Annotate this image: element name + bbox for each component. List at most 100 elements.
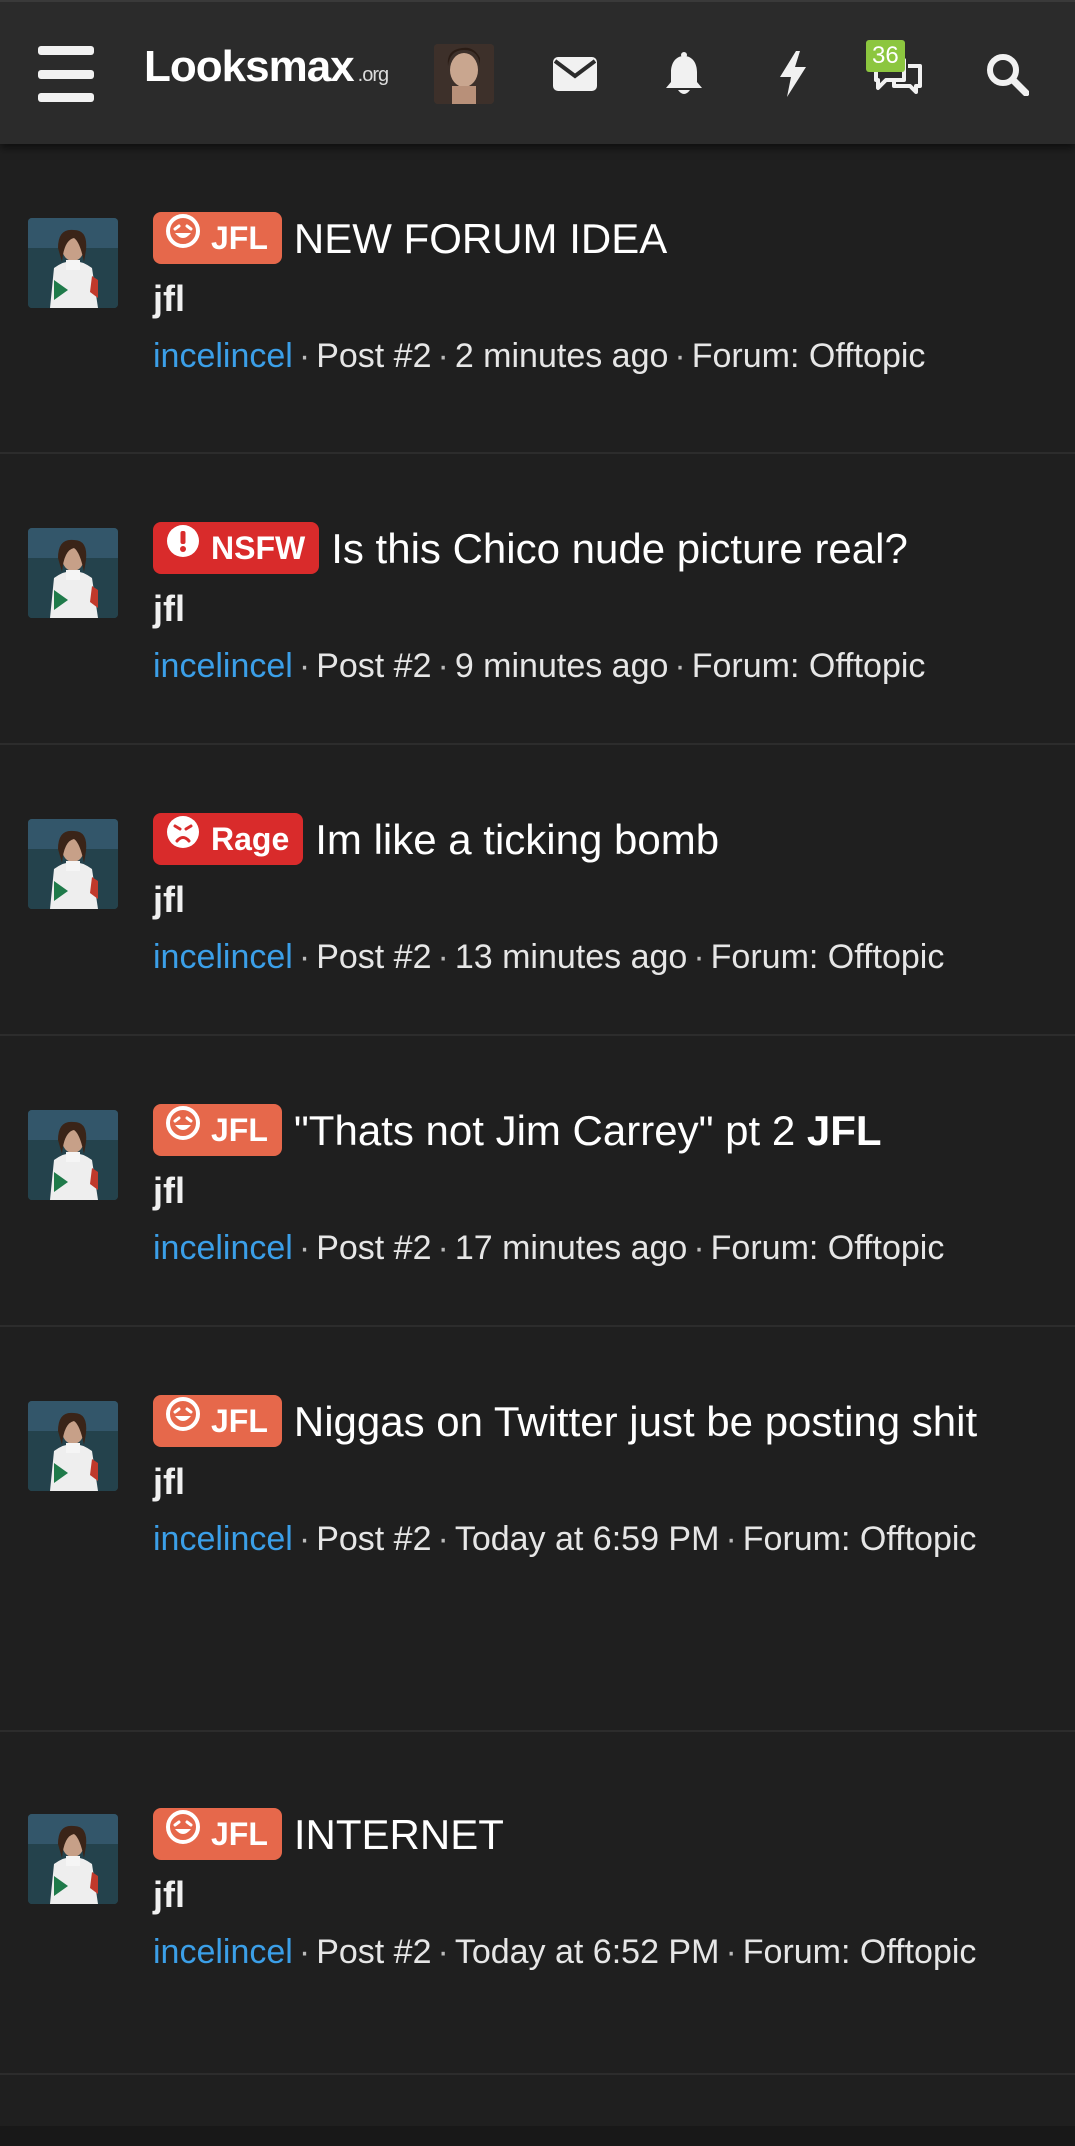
post-time[interactable]: 17 minutes ago [455,1229,688,1267]
search-icon[interactable] [975,42,1039,106]
meta-separator: · [437,647,449,685]
forum-link[interactable]: Forum: Offtopic [692,337,926,375]
envelope-icon[interactable] [543,42,607,106]
forum-link[interactable]: Forum: Offtopic [692,647,926,685]
forum-link[interactable]: Forum: Offtopic [711,938,945,976]
laughing-face-icon [166,1106,200,1140]
thread-title-bold[interactable]: JFL [795,1107,882,1154]
angry-face-icon [167,816,199,848]
prefix-badge-jfl[interactable]: JFL [153,1104,282,1156]
meta-separator: · [298,337,311,375]
forum-link[interactable]: Forum: Offtopic [743,1520,977,1558]
meta-separator: · [674,337,686,375]
meta-separator: · [298,938,311,976]
item-body: JFL Niggas on Twitter just be posting shi… [153,1391,1045,1565]
poster-avatar[interactable] [28,528,118,618]
thread-title-text[interactable]: Is this Chico nude picture real? [331,525,908,572]
item-body: JFL INTERNET jfl incelincel · Post #2 · Today… [153,1804,1045,1978]
thread-title-text[interactable]: Im like a ticking bomb [315,816,719,863]
item-body: NSFW Is this Chico nude picture real? jfl… [153,518,1045,692]
thread-title-text[interactable]: "Thats not Jim Carrey" pt 2 [294,1107,795,1154]
post-snippet: jfl [153,1461,185,1502]
forum-link[interactable]: Forum: Offtopic [743,1933,977,1971]
post-time[interactable]: Today at 6:59 PM [455,1520,720,1558]
prefix-label: Rage [211,821,290,857]
menu-icon[interactable] [36,46,96,102]
poster-avatar[interactable] [28,1401,118,1491]
meta-separator: · [298,1229,311,1267]
prefix-label: NSFW [211,530,306,566]
thread-title-text[interactable]: NEW FORUM IDEA [294,215,667,262]
poster-avatar[interactable] [28,1814,118,1904]
meta-separator: · [437,337,449,375]
post-time[interactable]: Today at 6:52 PM [455,1933,720,1971]
prefix-badge-jfl[interactable]: JFL [153,212,282,264]
post-number[interactable]: Post #2 [316,647,431,685]
username-link[interactable]: incelincel [153,1520,293,1558]
feed-item[interactable]: JFL Niggas on Twitter just be posting shi… [0,1327,1075,1732]
post-meta: incelincel · Post #2 · 17 minutes ago · Forum:… [153,1222,1045,1274]
thread-title[interactable]: JFL NEW FORUM IDEA [153,208,1045,270]
laughing-face-icon [166,1810,200,1844]
laughing-face-icon [166,214,200,248]
prefix-badge-jfl[interactable]: JFL [153,1395,282,1447]
feed-item[interactable]: NSFW Is this Chico nude picture real? jfl… [0,454,1075,745]
thread-title[interactable]: JFL INTERNET [153,1804,1045,1866]
username-link[interactable]: incelincel [153,337,293,375]
post-time[interactable]: 13 minutes ago [455,938,688,976]
bell-icon[interactable] [652,42,716,106]
meta-separator: · [437,1229,449,1267]
username-link[interactable]: incelincel [153,1229,293,1267]
poster-avatar[interactable] [28,218,118,308]
site-logo[interactable]: Looksmax .org [144,42,389,102]
post-snippet: jfl [153,588,185,629]
username-link[interactable]: incelincel [153,647,293,685]
footer-strip [0,2126,1075,2146]
post-number[interactable]: Post #2 [316,337,431,375]
thread-title[interactable]: NSFW Is this Chico nude picture real? [153,518,1045,580]
meta-separator: · [725,1520,737,1558]
thread-title[interactable]: JFL "Thats not Jim Carrey" pt 2 JFL [153,1100,1045,1162]
top-navbar: Looksmax .org 36 [0,0,1075,144]
user-avatar[interactable] [434,44,494,104]
meta-separator: · [437,1933,449,1971]
thread-title-text[interactable]: INTERNET [294,1811,504,1858]
post-meta: incelincel · Post #2 · 2 minutes ago · Forum: … [153,330,1045,382]
thread-title-text[interactable]: Niggas on Twitter just be posting shit [294,1398,977,1445]
meta-separator: · [674,647,686,685]
laughing-face-icon [166,1397,200,1431]
feed-item[interactable]: JFL NEW FORUM IDEA jfl incelincel · Post #2… [0,144,1075,454]
prefix-badge-nsfw[interactable]: NSFW [153,522,320,574]
prefix-badge-jfl[interactable]: JFL [153,1808,282,1860]
feed-item[interactable]: JFL INTERNET jfl incelincel · Post #2 · Today… [0,1732,1075,2075]
bolt-icon[interactable] [761,42,825,106]
prefix-badge-rage[interactable]: Rage [153,813,304,865]
forum-link[interactable]: Forum: Offtopic [711,1229,945,1267]
username-link[interactable]: incelincel [153,1933,293,1971]
meta-separator: · [298,1933,311,1971]
thread-title[interactable]: JFL Niggas on Twitter just be posting shi… [153,1391,1045,1453]
post-snippet: jfl [153,278,185,319]
feed-item[interactable]: Rage Im like a ticking bomb jfl incelince… [0,745,1075,1036]
post-number[interactable]: Post #2 [316,938,431,976]
poster-avatar[interactable] [28,1110,118,1200]
thread-title[interactable]: Rage Im like a ticking bomb [153,809,1045,871]
post-snippet: jfl [153,1170,185,1211]
post-number[interactable]: Post #2 [316,1229,431,1267]
item-body: Rage Im like a ticking bomb jfl incelince… [153,809,1045,983]
post-time[interactable]: 9 minutes ago [455,647,669,685]
prefix-label: JFL [211,220,268,256]
username-link[interactable]: incelincel [153,938,293,976]
poster-avatar[interactable] [28,819,118,909]
post-time[interactable]: 2 minutes ago [455,337,669,375]
meta-separator: · [298,1520,311,1558]
logo-text: Looksmax [144,42,355,91]
logo-tld: .org [357,64,389,86]
post-meta: incelincel · Post #2 · 9 minutes ago · Forum: … [153,640,1045,692]
feed-item[interactable]: JFL "Thats not Jim Carrey" pt 2 JFL jfl i… [0,1036,1075,1327]
new-posts-feed: JFL NEW FORUM IDEA jfl incelincel · Post #2… [0,144,1075,2075]
meta-separator: · [437,938,449,976]
prefix-label: JFL [211,1403,268,1439]
post-number[interactable]: Post #2 [316,1933,431,1971]
post-number[interactable]: Post #2 [316,1520,431,1558]
